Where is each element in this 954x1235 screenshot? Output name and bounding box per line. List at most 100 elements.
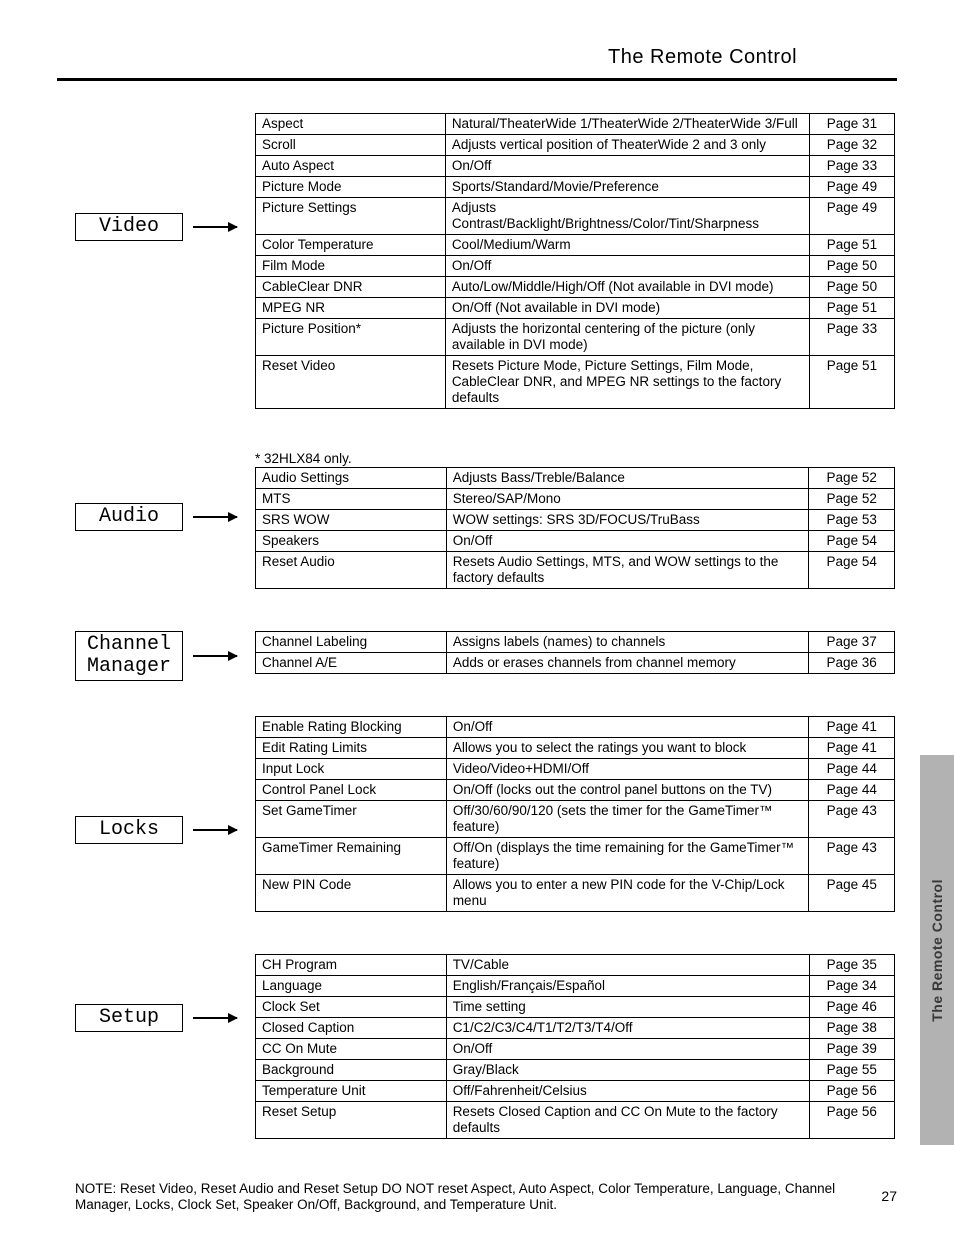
desc-cell: Resets Picture Mode, Picture Settings, F…	[445, 356, 809, 409]
ref-cell: Page 56	[809, 1102, 895, 1139]
desc-cell: Resets Audio Settings, MTS, and WOW sett…	[446, 552, 809, 589]
table-row: Reset SetupResets Closed Caption and CC …	[256, 1102, 895, 1139]
item-cell: Channel Labeling	[256, 632, 447, 653]
item-cell: CH Program	[256, 955, 447, 976]
table-row: Temperature UnitOff/Fahrenheit/CelsiusPa…	[256, 1081, 895, 1102]
item-cell: Auto Aspect	[256, 156, 446, 177]
desc-cell: Gray/Black	[446, 1060, 809, 1081]
side-tab: The Remote Control	[920, 755, 954, 1145]
table-row: MPEG NROn/Off (Not available in DVI mode…	[256, 298, 895, 319]
arrow-icon	[193, 1017, 237, 1019]
desc-cell: On/Off (Not available in DVI mode)	[445, 298, 809, 319]
submenu-table: CH ProgramTV/CablePage 35LanguageEnglish…	[255, 954, 895, 1139]
menu-category-box: Video	[75, 213, 183, 241]
ref-cell: Page 51	[809, 356, 894, 409]
ref-cell: Page 56	[809, 1081, 895, 1102]
menu-category-box: Setup	[75, 1004, 183, 1032]
ref-cell: Page 37	[809, 632, 895, 653]
table-row: AspectNatural/TheaterWide 1/TheaterWide …	[256, 114, 895, 135]
table-row: Audio SettingsAdjusts Bass/Treble/Balanc…	[256, 468, 895, 489]
table-row: Picture ModeSports/Standard/Movie/Prefer…	[256, 177, 895, 198]
desc-cell: Adds or erases channels from channel mem…	[446, 653, 808, 674]
table-row: BackgroundGray/BlackPage 55	[256, 1060, 895, 1081]
desc-cell: WOW settings: SRS 3D/FOCUS/TruBass	[446, 510, 809, 531]
table-row: Input LockVideo/Video+HDMI/OffPage 44	[256, 759, 895, 780]
item-cell: Scroll	[256, 135, 446, 156]
desc-cell: Sports/Standard/Movie/Preference	[445, 177, 809, 198]
table-row: Reset AudioResets Audio Settings, MTS, a…	[256, 552, 895, 589]
item-cell: CC On Mute	[256, 1039, 447, 1060]
ref-cell: Page 33	[809, 319, 894, 356]
ref-cell: Page 55	[809, 1060, 895, 1081]
desc-cell: Auto/Low/Middle/High/Off (Not available …	[445, 277, 809, 298]
item-cell: Enable Rating Blocking	[256, 717, 447, 738]
desc-cell: Adjusts the horizontal centering of the …	[445, 319, 809, 356]
ref-cell: Page 54	[809, 552, 895, 589]
ref-cell: Page 50	[809, 277, 894, 298]
item-cell: Control Panel Lock	[256, 780, 447, 801]
table-row: Clock SetTime settingPage 46	[256, 997, 895, 1018]
table-row: Reset VideoResets Picture Mode, Picture …	[256, 356, 895, 409]
item-cell: MTS	[256, 489, 447, 510]
desc-cell: On/Off	[446, 531, 809, 552]
item-cell: Reset Setup	[256, 1102, 447, 1139]
table-row: GameTimer RemainingOff/On (displays the …	[256, 838, 895, 875]
ref-cell: Page 44	[809, 759, 895, 780]
ref-cell: Page 43	[809, 838, 895, 875]
ref-cell: Page 41	[809, 717, 895, 738]
item-cell: SRS WOW	[256, 510, 447, 531]
table-row: Channel A/EAdds or erases channels from …	[256, 653, 895, 674]
desc-cell: C1/C2/C3/C4/T1/T2/T3/T4/Off	[446, 1018, 809, 1039]
item-cell: MPEG NR	[256, 298, 446, 319]
table-row: CH ProgramTV/CablePage 35	[256, 955, 895, 976]
desc-cell: TV/Cable	[446, 955, 809, 976]
item-cell: Reset Audio	[256, 552, 447, 589]
ref-cell: Page 32	[809, 135, 894, 156]
ref-cell: Page 49	[809, 198, 894, 235]
footnote: * 32HLX84 only.	[255, 451, 895, 467]
item-cell: New PIN Code	[256, 875, 447, 912]
ref-cell: Page 45	[809, 875, 895, 912]
menu-category-box: ChannelManager	[75, 631, 183, 681]
desc-cell: Off/Fahrenheit/Celsius	[446, 1081, 809, 1102]
desc-cell: Off/On (displays the time remaining for …	[446, 838, 809, 875]
ref-cell: Page 53	[809, 510, 895, 531]
item-cell: Set GameTimer	[256, 801, 447, 838]
ref-cell: Page 49	[809, 177, 894, 198]
item-cell: Film Mode	[256, 256, 446, 277]
desc-cell: On/Off	[446, 717, 809, 738]
desc-cell: Assigns labels (names) to channels	[446, 632, 808, 653]
page-title: The Remote Control	[608, 46, 797, 69]
item-cell: Clock Set	[256, 997, 447, 1018]
desc-cell: Allows you to enter a new PIN code for t…	[446, 875, 809, 912]
item-cell: Edit Rating Limits	[256, 738, 447, 759]
table-row: CC On MuteOn/OffPage 39	[256, 1039, 895, 1060]
ref-cell: Page 41	[809, 738, 895, 759]
item-cell: Picture Settings	[256, 198, 446, 235]
desc-cell: Resets Closed Caption and CC On Mute to …	[446, 1102, 809, 1139]
desc-cell: Video/Video+HDMI/Off	[446, 759, 809, 780]
item-cell: Aspect	[256, 114, 446, 135]
item-cell: Picture Mode	[256, 177, 446, 198]
table-row: New PIN CodeAllows you to enter a new PI…	[256, 875, 895, 912]
arrow-icon	[193, 226, 237, 228]
item-cell: Input Lock	[256, 759, 447, 780]
ref-cell: Page 51	[809, 298, 894, 319]
desc-cell: On/Off	[445, 156, 809, 177]
desc-cell: Adjusts Contrast/Backlight/Brightness/Co…	[445, 198, 809, 235]
side-tab-text: The Remote Control	[929, 879, 945, 1022]
menu-category-box: Audio	[75, 503, 183, 531]
ref-cell: Page 46	[809, 997, 895, 1018]
ref-cell: Page 52	[809, 489, 895, 510]
desc-cell: Off/30/60/90/120 (sets the timer for the…	[446, 801, 809, 838]
table-row: Film ModeOn/OffPage 50	[256, 256, 895, 277]
table-row: CableClear DNRAuto/Low/Middle/High/Off (…	[256, 277, 895, 298]
item-cell: Speakers	[256, 531, 447, 552]
ref-cell: Page 54	[809, 531, 895, 552]
table-row: Picture Position*Adjusts the horizontal …	[256, 319, 895, 356]
item-cell: Language	[256, 976, 447, 997]
ref-cell: Page 31	[809, 114, 894, 135]
desc-cell: Time setting	[446, 997, 809, 1018]
table-row: Channel LabelingAssigns labels (names) t…	[256, 632, 895, 653]
table-row: Picture SettingsAdjusts Contrast/Backlig…	[256, 198, 895, 235]
